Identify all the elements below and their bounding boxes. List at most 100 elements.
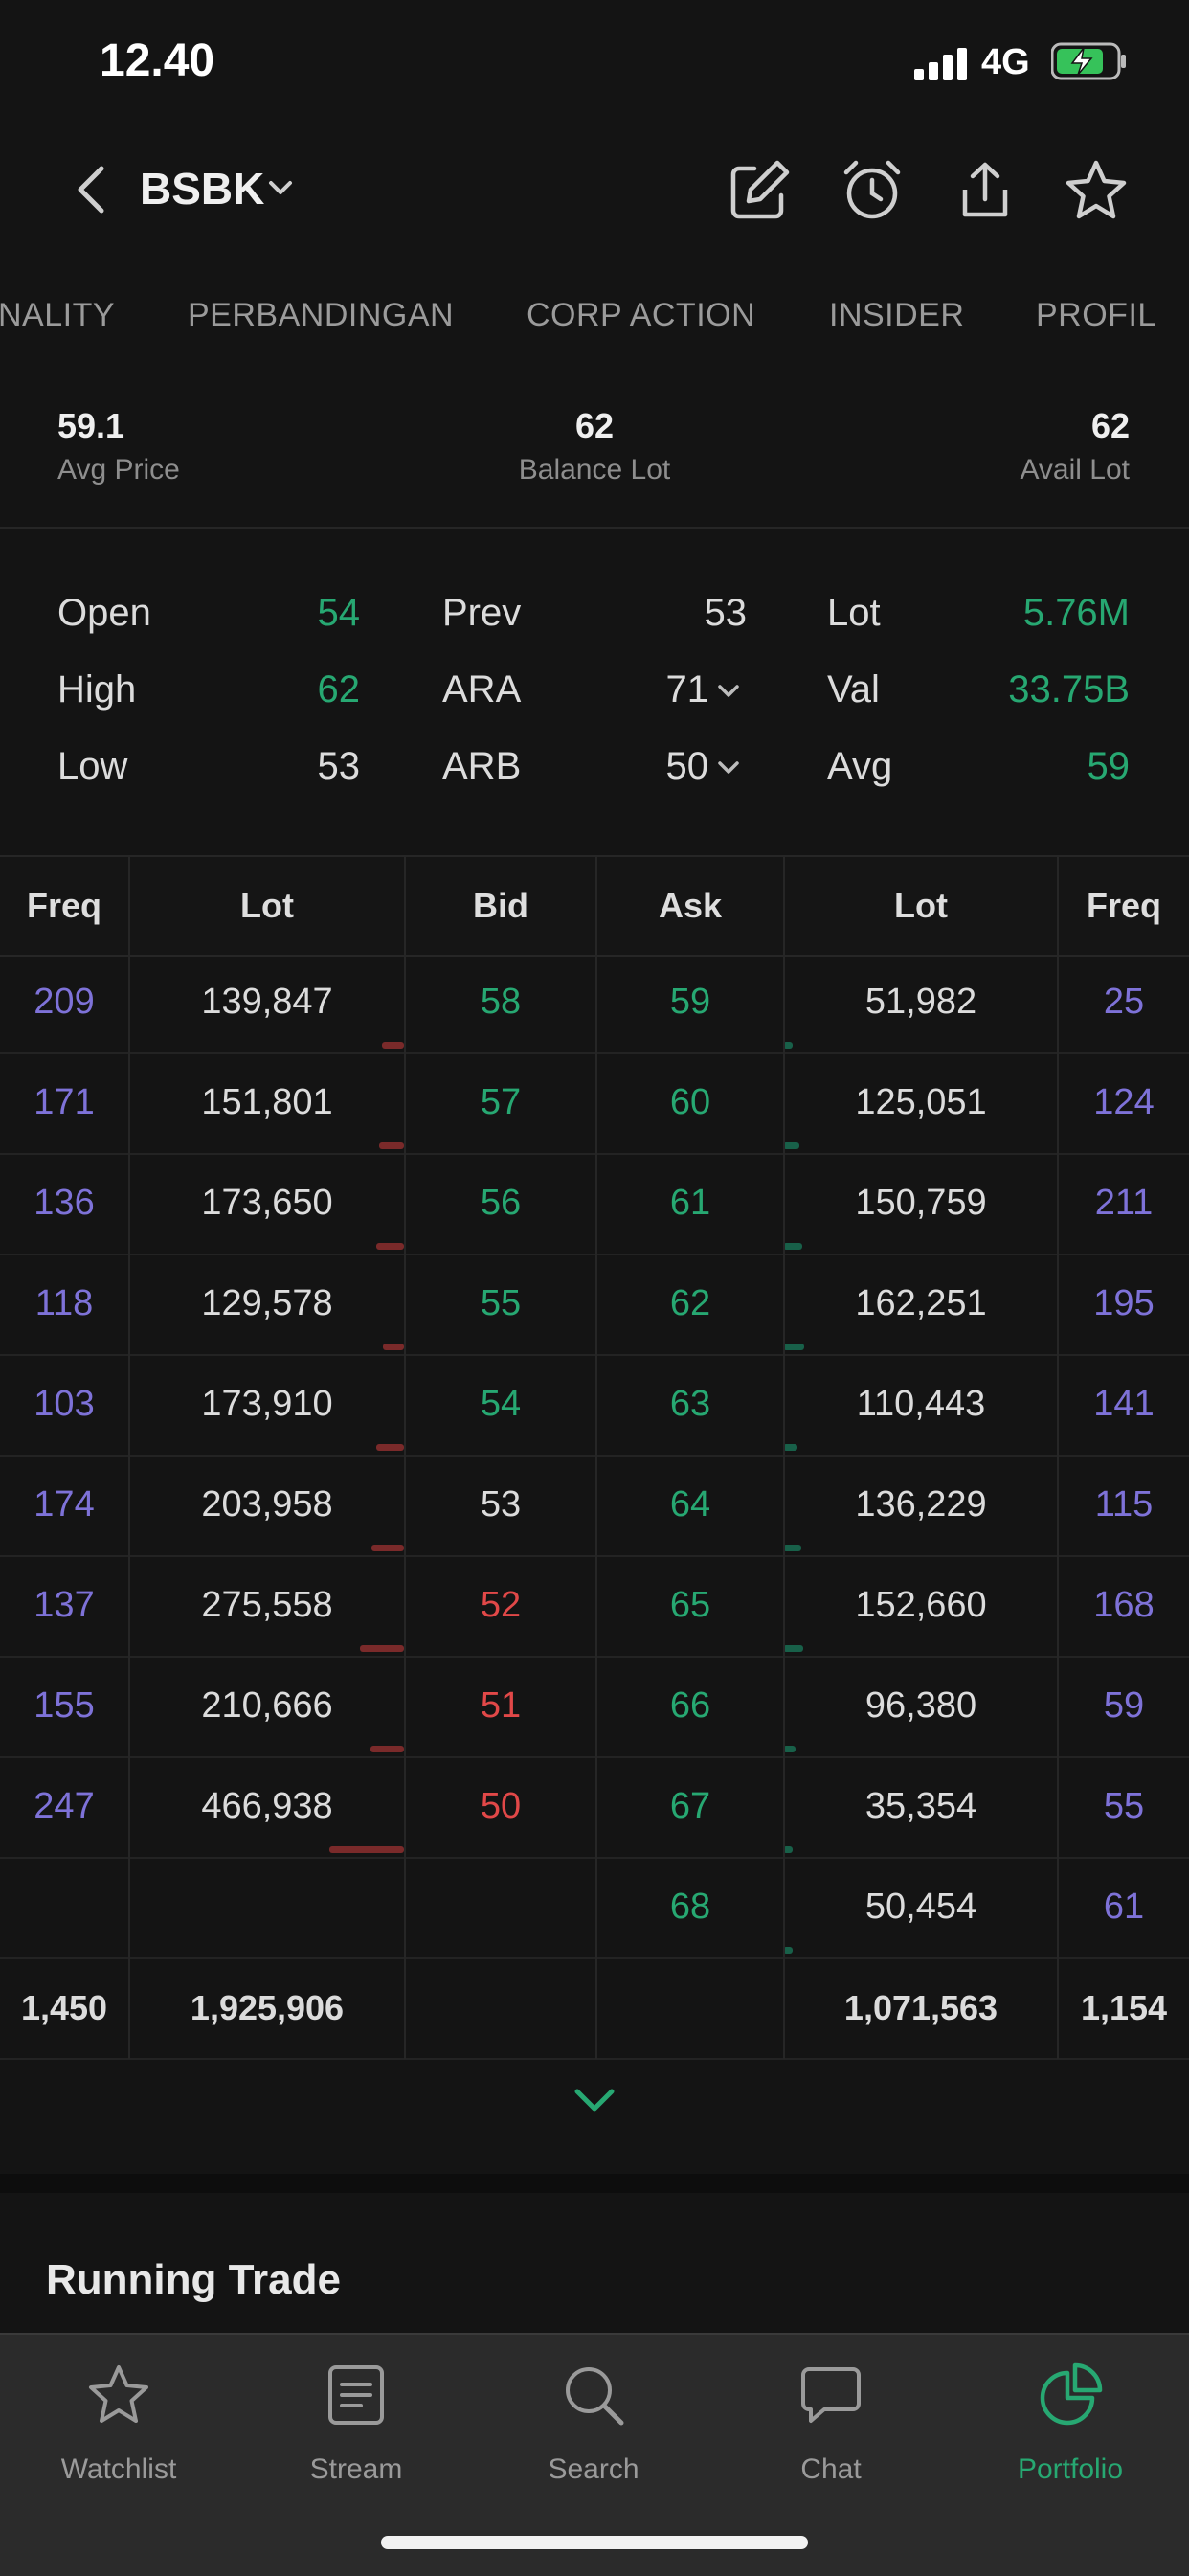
high-label: High: [57, 668, 137, 711]
row-divider: [0, 1957, 1189, 1959]
status-bar: 12.40 4G: [0, 0, 1189, 134]
ask-freq-cell: 168: [1093, 1585, 1155, 1625]
bid-lot-cell: 173,650: [201, 1183, 333, 1223]
nav-portfolio[interactable]: Portfolio: [952, 2335, 1189, 2507]
nav-chat[interactable]: Chat: [712, 2335, 950, 2507]
bid-volume-bar: [329, 1846, 404, 1853]
ask-volume-bar: [783, 1142, 799, 1149]
bid-price-cell[interactable]: 55: [406, 1283, 595, 1324]
bid-volume-bar: [379, 1142, 404, 1149]
bid-freq-cell: 247: [34, 1786, 95, 1826]
running-trade-title: Running Trade: [46, 2256, 341, 2303]
star-icon[interactable]: [1063, 157, 1130, 224]
chevron-down-icon[interactable]: [716, 758, 741, 778]
bid-volume-bar: [376, 1243, 404, 1250]
row-divider: [0, 1656, 1189, 1658]
ask-price-cell[interactable]: 61: [597, 1183, 783, 1224]
avg-price-label: Avg Price: [57, 454, 180, 486]
ask-volume-bar: [783, 1243, 802, 1250]
alarm-icon[interactable]: [839, 157, 906, 224]
portfolio-icon: [1040, 2362, 1103, 2426]
row-divider: [0, 2058, 1189, 2060]
ask-volume-bar: [783, 1645, 803, 1652]
bid-price-cell[interactable]: 58: [406, 982, 595, 1023]
ask-lot-cell: 96,380: [864, 1685, 977, 1726]
balance-lot-label: Balance Lot: [518, 454, 671, 486]
row-divider: [0, 1857, 1189, 1859]
ara-value[interactable]: 71: [613, 668, 709, 712]
bid-price-cell[interactable]: 52: [406, 1585, 595, 1626]
ask-price-cell[interactable]: 67: [597, 1786, 783, 1827]
ask-price-cell[interactable]: 60: [597, 1082, 783, 1123]
tab-fundamentality[interactable]: NALITY: [0, 297, 115, 334]
divider: [0, 527, 1189, 529]
edit-icon[interactable]: [726, 157, 793, 224]
bid-price-cell[interactable]: 53: [406, 1484, 595, 1525]
bid-lot-cell: 210,666: [201, 1685, 333, 1726]
bid-lot-cell: 466,938: [201, 1786, 333, 1826]
ask-freq-cell: 55: [1103, 1786, 1145, 1826]
bid-lot-cell: 129,578: [201, 1283, 333, 1323]
arb-value[interactable]: 50: [613, 745, 709, 788]
bid-price-cell[interactable]: 56: [406, 1183, 595, 1224]
ask-freq-cell: 141: [1093, 1384, 1155, 1424]
expand-chevron-icon[interactable]: [570, 2086, 619, 2114]
ask-price-cell[interactable]: 64: [597, 1484, 783, 1525]
low-label: Low: [57, 745, 128, 787]
chevron-down-icon[interactable]: [716, 682, 741, 701]
ask-lot-cell: 110,443: [856, 1384, 986, 1424]
ask-price-cell[interactable]: 62: [597, 1283, 783, 1324]
bid-volume-bar: [376, 1444, 404, 1451]
open-label: Open: [57, 592, 151, 634]
ticker-title[interactable]: BSBK: [140, 163, 264, 215]
row-divider: [0, 1153, 1189, 1155]
bid-volume-bar: [383, 1344, 404, 1350]
tab-profil[interactable]: PROFIL: [1036, 297, 1156, 334]
bid-price-cell[interactable]: 54: [406, 1384, 595, 1425]
nav-portfolio-label: Portfolio: [1017, 2453, 1124, 2485]
bid-freq-cell: 118: [34, 1283, 94, 1323]
bid-freq-cell: 171: [34, 1082, 95, 1122]
nav-watchlist[interactable]: Watchlist: [0, 2335, 237, 2507]
ask-price-cell[interactable]: 68: [597, 1887, 783, 1928]
tab-bar: NALITY PERBANDINGAN CORP ACTION INSIDER …: [0, 297, 1189, 354]
ask-freq-cell: 211: [1094, 1183, 1154, 1223]
column-divider: [1057, 855, 1059, 2059]
ask-lot-cell: 152,660: [855, 1585, 987, 1625]
ask-price-cell[interactable]: 63: [597, 1384, 783, 1425]
bid-freq-cell: 209: [34, 982, 95, 1022]
prev-value: 53: [704, 592, 748, 634]
ask-price-cell[interactable]: 66: [597, 1685, 783, 1727]
row-divider: [0, 1052, 1189, 1054]
nav-stream[interactable]: Stream: [237, 2335, 475, 2507]
battery-icon: [1051, 42, 1126, 80]
share-icon[interactable]: [952, 157, 1019, 224]
nav-search-label: Search: [548, 2453, 639, 2485]
ask-lot-cell: 125,051: [855, 1082, 987, 1122]
back-icon[interactable]: [69, 161, 117, 218]
ask-price-cell[interactable]: 59: [597, 982, 783, 1023]
total-bid-freq: 1,450: [20, 1988, 108, 2027]
avg-value: 59: [1087, 745, 1131, 787]
val-value: 33.75B: [1008, 668, 1130, 711]
high-value: 62: [317, 668, 361, 711]
ask-price-cell[interactable]: 65: [597, 1585, 783, 1626]
header-ask-freq: Freq: [1086, 886, 1161, 925]
ask-freq-cell: 25: [1103, 982, 1145, 1022]
ask-lot-cell: 35,354: [864, 1786, 977, 1826]
tab-perbandingan[interactable]: PERBANDINGAN: [188, 297, 454, 334]
column-divider: [128, 855, 130, 2059]
tab-insider[interactable]: INSIDER: [829, 297, 964, 334]
chevron-down-icon[interactable]: [266, 176, 295, 199]
total-ask-lot: 1,071,563: [843, 1988, 998, 2027]
bid-freq-cell: 136: [34, 1183, 95, 1223]
bid-volume-bar: [360, 1645, 404, 1652]
network-label: 4G: [981, 42, 1030, 82]
bid-freq-cell: 155: [34, 1685, 95, 1726]
bid-price-cell[interactable]: 50: [406, 1786, 595, 1827]
bid-price-cell[interactable]: 51: [406, 1685, 595, 1727]
ask-freq-cell: 59: [1103, 1685, 1145, 1726]
tab-corp-action[interactable]: CORP ACTION: [527, 297, 755, 334]
nav-search[interactable]: Search: [475, 2335, 712, 2507]
bid-price-cell[interactable]: 57: [406, 1082, 595, 1123]
